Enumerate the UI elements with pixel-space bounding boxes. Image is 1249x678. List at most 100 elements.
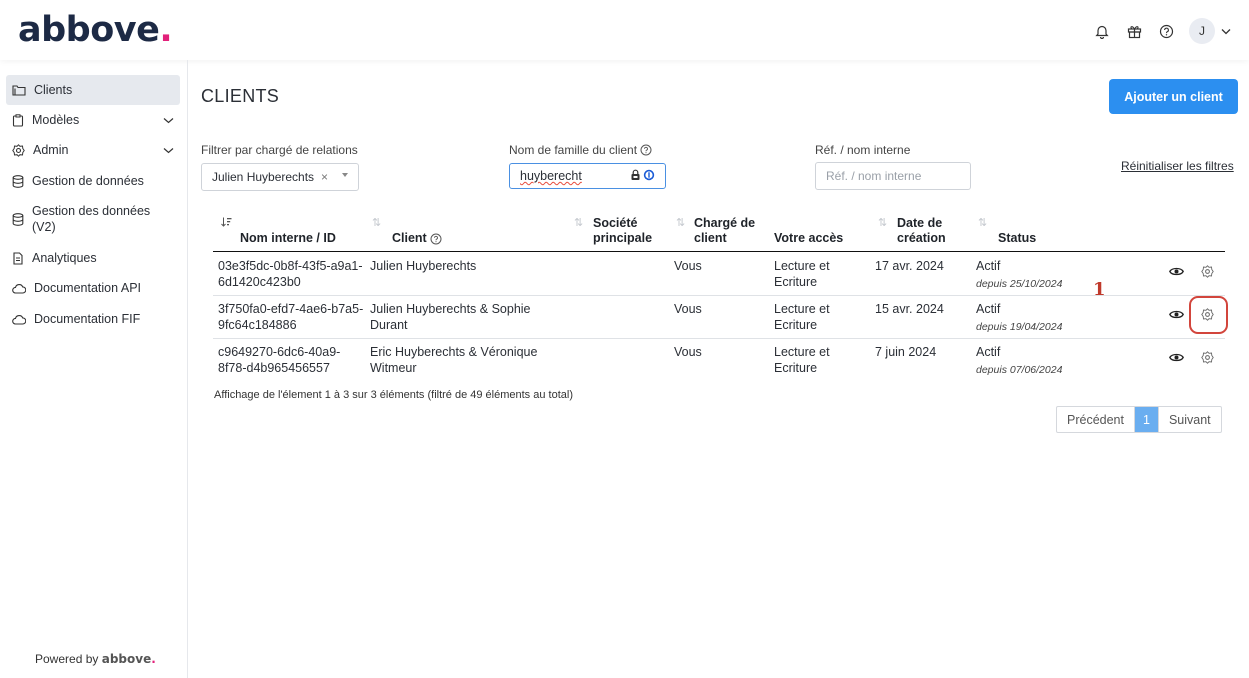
header-divider <box>213 251 1225 252</box>
relation-filter-label: Filtrer par chargé de relations <box>201 143 358 157</box>
help-icon[interactable] <box>640 144 652 156</box>
row-client: Julien Huyberechts <box>370 259 477 273</box>
sort-icon: ⇅ <box>978 217 988 229</box>
ref-input[interactable]: Réf. / nom interne <box>815 162 971 190</box>
column-header-charge[interactable]: ⇅ Chargé de client <box>676 216 756 246</box>
row-acces: Ecriture <box>774 275 818 289</box>
sidebar-item-label: Modèles <box>32 113 80 127</box>
sidebar-item-gestion-donnees[interactable]: Gestion de données <box>6 169 180 193</box>
row-id: 03e3f5dc-0b8f-43f5-a9a1- <box>218 259 363 273</box>
sidebar-item-label: Admin <box>33 143 69 157</box>
row-id: 8f78-d4b965456557 <box>218 361 330 375</box>
gear-icon <box>12 143 25 157</box>
row-divider <box>213 295 1225 296</box>
page-title: CLIENTS <box>201 86 280 106</box>
folder-icon <box>12 85 26 96</box>
user-menu[interactable]: J <box>1189 18 1231 44</box>
column-header-id[interactable]: Nom interne / ID <box>221 216 341 246</box>
onepassword-icon <box>643 169 655 181</box>
row-client: Julien Huyberechts & Sophie <box>370 302 531 316</box>
database-icon <box>12 174 24 188</box>
row-status: Actif <box>976 259 1001 273</box>
password-manager-badge[interactable] <box>630 169 655 181</box>
row-status: Actif <box>976 302 1001 316</box>
row-acces: Ecriture <box>774 318 818 332</box>
sidebar-item-label: Gestion des données (V2) <box>32 204 151 234</box>
sidebar-item-label: Documentation API <box>34 281 142 295</box>
row-acces: Lecture et <box>774 302 830 316</box>
row-date: 17 avr. 2024 <box>875 259 944 273</box>
help-icon[interactable] <box>430 233 442 245</box>
clipboard-icon <box>12 113 24 127</box>
sidebar-item-documentation-api[interactable]: Documentation API <box>6 276 180 300</box>
column-header-client[interactable]: ⇅ Client <box>372 216 452 246</box>
avatar: J <box>1189 18 1215 44</box>
view-icon[interactable] <box>1168 306 1184 322</box>
row-status-since: depuis 19/04/2024 <box>976 321 1063 333</box>
column-header-status[interactable]: ⇅ Status <box>978 216 1058 246</box>
row-acces: Ecriture <box>774 361 818 375</box>
sort-icon: ⇅ <box>878 217 888 229</box>
row-date: 7 juin 2024 <box>875 345 937 359</box>
reset-filters-link[interactable]: Réinitialiser les filtres <box>1121 159 1234 173</box>
row-id: 3f750fa0-efd7-4ae6-b7a5- <box>218 302 364 316</box>
sidebar: Clients Modèles Admin Gestion de données… <box>0 60 188 678</box>
previous-page-button[interactable]: Précédent <box>1057 407 1135 432</box>
chevron-down-icon <box>1221 28 1231 34</box>
lock-icon <box>631 169 640 180</box>
table-info: Affichage de l'élement 1 à 3 sur 3 éléme… <box>214 389 573 401</box>
gear-icon[interactable] <box>1199 263 1215 279</box>
sidebar-item-label: Documentation FIF <box>34 312 141 326</box>
logo[interactable]: abbove. <box>18 10 173 50</box>
row-date: 15 avr. 2024 <box>875 302 944 316</box>
clear-selection-icon[interactable]: × <box>321 170 328 184</box>
gift-icon[interactable] <box>1125 22 1143 40</box>
sidebar-item-gestion-donnees-v2[interactable]: Gestion des données (V2) <box>6 201 180 237</box>
cloud-icon <box>12 314 26 325</box>
row-acces: Lecture et <box>774 259 830 273</box>
ref-filter-label: Réf. / nom interne <box>815 143 911 157</box>
cloud-icon <box>12 283 26 294</box>
help-icon[interactable] <box>1157 22 1175 40</box>
column-header-societe[interactable]: ⇅ Société principale <box>574 216 654 246</box>
row-status-since: depuis 25/10/2024 <box>976 278 1063 290</box>
sort-icon: ⇅ <box>372 217 382 229</box>
sort-icon: ⇅ <box>574 217 584 229</box>
row-status: Actif <box>976 345 1001 359</box>
row-status-since: depuis 07/06/2024 <box>976 364 1063 376</box>
view-icon[interactable] <box>1168 349 1184 365</box>
sidebar-item-clients[interactable]: Clients <box>6 75 180 105</box>
sidebar-item-modeles[interactable]: Modèles <box>6 108 180 132</box>
row-divider <box>213 338 1225 339</box>
current-page-button[interactable]: 1 <box>1134 407 1158 432</box>
top-bar: abbove. J <box>0 0 1249 60</box>
row-id: 6d1420c423b0 <box>218 275 301 289</box>
sidebar-item-label: Analytiques <box>32 251 97 265</box>
column-header-date[interactable]: ⇅ Date de création <box>878 216 958 246</box>
add-client-button[interactable]: Ajouter un client <box>1109 79 1238 114</box>
sidebar-item-admin[interactable]: Admin <box>6 138 180 162</box>
gear-icon[interactable] <box>1199 349 1215 365</box>
next-page-button[interactable]: Suivant <box>1157 407 1221 432</box>
row-id: c9649270-6dc6-40a9- <box>218 345 341 359</box>
family-name-input[interactable]: huyberecht <box>509 163 666 189</box>
caret-down-icon <box>342 173 348 177</box>
view-icon[interactable] <box>1168 263 1184 279</box>
sidebar-item-label: Clients <box>34 83 73 97</box>
row-charge: Vous <box>674 259 702 273</box>
sidebar-item-documentation-fif[interactable]: Documentation FIF <box>6 307 180 331</box>
bell-icon[interactable] <box>1093 22 1111 40</box>
column-header-acces: Votre accès <box>774 231 844 245</box>
sidebar-item-label: Gestion de données <box>32 174 144 188</box>
sidebar-item-analytiques[interactable]: Analytiques <box>6 246 180 270</box>
sort-icon: ⇅ <box>676 217 686 229</box>
row-client: Durant <box>370 318 408 332</box>
relation-manager-select[interactable]: Julien Huyberechts × <box>201 163 359 191</box>
row-client: Witmeur <box>370 361 417 375</box>
row-charge: Vous <box>674 345 702 359</box>
relation-manager-value: Julien Huyberechts <box>212 170 315 184</box>
annotation-highlight <box>1189 296 1228 334</box>
powered-by: Powered by abbove. <box>35 652 156 666</box>
document-icon <box>13 251 23 265</box>
database-icon <box>12 212 24 226</box>
